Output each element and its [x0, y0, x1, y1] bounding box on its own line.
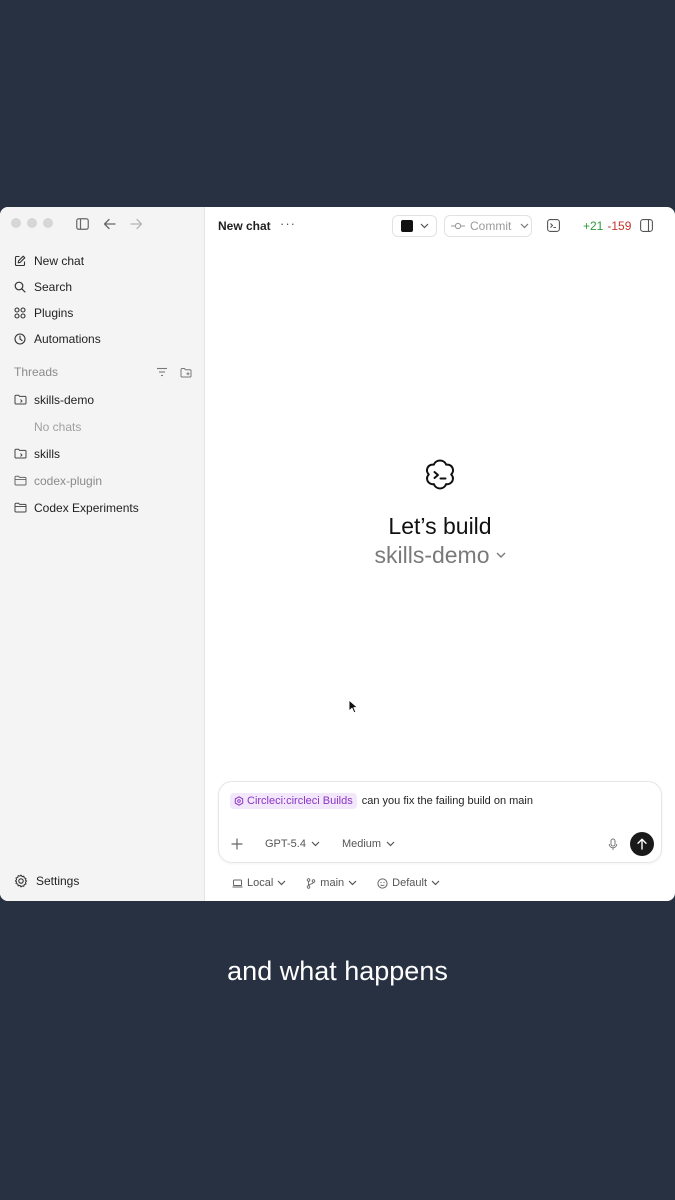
chevron-down-icon	[386, 841, 395, 847]
clock-icon	[14, 333, 26, 345]
sidebar-item-label: Plugins	[34, 306, 74, 320]
commit-icon	[451, 222, 465, 230]
mouse-pointer-icon	[348, 699, 358, 714]
environment-label: Local	[247, 877, 274, 889]
permissions-dropdown[interactable]: Default	[377, 877, 440, 889]
diff-added-count: +21	[583, 219, 604, 233]
settings-label: Settings	[36, 874, 80, 888]
commit-label: Commit	[470, 219, 512, 233]
sidebar-item-new-chat[interactable]: New chat	[0, 248, 204, 274]
project-name: skills-demo	[374, 542, 490, 568]
app-icon	[400, 220, 413, 232]
repo-folder-icon	[14, 394, 27, 405]
gear-icon	[14, 874, 28, 888]
commit-dropdown[interactable]: Commit	[444, 215, 532, 237]
model-dropdown[interactable]: GPT-5.4	[265, 838, 320, 850]
chevron-down-icon	[277, 880, 286, 886]
no-chats-text: No chats	[34, 419, 82, 434]
plugin-icon	[234, 796, 244, 806]
thread-item-codex-experiments[interactable]: Codex Experiments	[0, 494, 204, 521]
diff-stats[interactable]: +21 -159	[583, 219, 631, 233]
top-bar: New chat ··· Commit +21 -159	[205, 207, 675, 245]
zoom-window-button[interactable]	[43, 218, 53, 228]
settings-button[interactable]: Settings	[14, 871, 79, 891]
sidebar-toggle-icon[interactable]	[76, 218, 89, 230]
chevron-down-icon	[496, 552, 506, 558]
environment-dropdown[interactable]: Local	[232, 877, 286, 889]
thread-item-codex-plugin[interactable]: codex-plugin	[0, 467, 204, 494]
composer-toolbar: GPT-5.4 Medium	[231, 832, 654, 856]
branch-dropdown[interactable]: main	[306, 877, 357, 889]
minimize-window-button[interactable]	[27, 218, 37, 228]
sidebar-item-automations[interactable]: Automations	[0, 326, 204, 352]
thread-list: skills-demo No chats skills codex-plugin…	[0, 386, 204, 521]
filter-icon[interactable]	[156, 367, 168, 377]
folder-icon	[14, 502, 27, 513]
mention-label: Circleci:circleci Builds	[247, 795, 353, 807]
composer-footer: Local main Default	[232, 875, 648, 891]
hero-heading: Let’s build	[388, 513, 492, 539]
chevron-down-icon	[520, 223, 529, 229]
chevron-down-icon	[348, 880, 357, 886]
send-button[interactable]	[630, 832, 654, 856]
git-branch-icon	[307, 877, 316, 889]
thread-label: skills-demo	[34, 392, 95, 407]
message-text: can you fix the failing build on main	[361, 795, 533, 807]
compose-icon	[14, 255, 26, 267]
terminal-icon[interactable]	[547, 219, 560, 232]
chevron-down-icon	[420, 223, 428, 229]
sidebar-item-label: Search	[34, 280, 73, 294]
message-input[interactable]: Circleci:circleci Builds can you fix the…	[230, 793, 533, 809]
chevron-down-icon	[311, 841, 320, 847]
project-selector[interactable]: skills-demo	[374, 542, 506, 569]
plugin-mention-chip[interactable]: Circleci:circleci Builds	[230, 793, 357, 809]
sidebar-item-label: Automations	[34, 332, 101, 346]
window-controls	[11, 218, 53, 228]
message-composer[interactable]: Circleci:circleci Builds can you fix the…	[218, 781, 662, 863]
window-toolbar	[76, 218, 143, 230]
thread-label: codex-plugin	[34, 473, 103, 488]
smiley-icon	[377, 877, 388, 889]
diff-removed-count: -159	[607, 219, 632, 233]
side-panel-toggle-icon[interactable]	[640, 219, 653, 232]
chat-main: New chat ··· Commit +21 -159 Let’s build…	[205, 207, 675, 901]
repo-folder-icon	[14, 448, 27, 459]
new-folder-icon[interactable]	[180, 367, 192, 378]
page-title: New chat	[218, 219, 271, 233]
sidebar-item-search[interactable]: Search	[0, 274, 204, 300]
forward-arrow-icon[interactable]	[130, 218, 143, 230]
permissions-label: Default	[392, 877, 427, 889]
reasoning-label: Medium	[341, 838, 382, 850]
microphone-icon[interactable]	[608, 838, 618, 851]
grid-icon	[14, 307, 26, 319]
video-caption: and what happens	[227, 956, 448, 986]
sidebar-nav: New chat Search Plugins Automations	[0, 248, 204, 352]
laptop-icon	[232, 879, 243, 887]
back-arrow-icon[interactable]	[103, 218, 116, 230]
sidebar-item-label: New chat	[34, 254, 85, 268]
close-window-button[interactable]	[11, 218, 21, 228]
plus-icon[interactable]	[231, 838, 243, 850]
chevron-down-icon	[431, 880, 440, 886]
more-options-button[interactable]: ···	[280, 216, 296, 231]
arrow-up-icon	[637, 838, 647, 850]
codex-logo-icon	[425, 459, 455, 490]
threads-label: Threads	[14, 365, 59, 379]
threads-header: Threads	[14, 363, 192, 381]
open-in-app-dropdown[interactable]	[392, 215, 437, 237]
thread-label: skills	[34, 446, 60, 461]
sidebar: New chat Search Plugins Automations Thre…	[0, 207, 205, 901]
search-icon	[14, 281, 26, 293]
app-window: New chat Search Plugins Automations Thre…	[0, 207, 675, 901]
empty-state: Let’s build skills-demo	[205, 457, 675, 569]
thread-label: Codex Experiments	[34, 500, 139, 515]
thread-item-skills[interactable]: skills	[0, 440, 204, 467]
thread-item-skills-demo[interactable]: skills-demo	[0, 386, 204, 413]
sidebar-item-plugins[interactable]: Plugins	[0, 300, 204, 326]
branch-label: main	[320, 877, 345, 889]
model-label: GPT-5.4	[265, 838, 306, 850]
reasoning-dropdown[interactable]: Medium	[342, 838, 395, 850]
folder-icon	[14, 475, 27, 486]
